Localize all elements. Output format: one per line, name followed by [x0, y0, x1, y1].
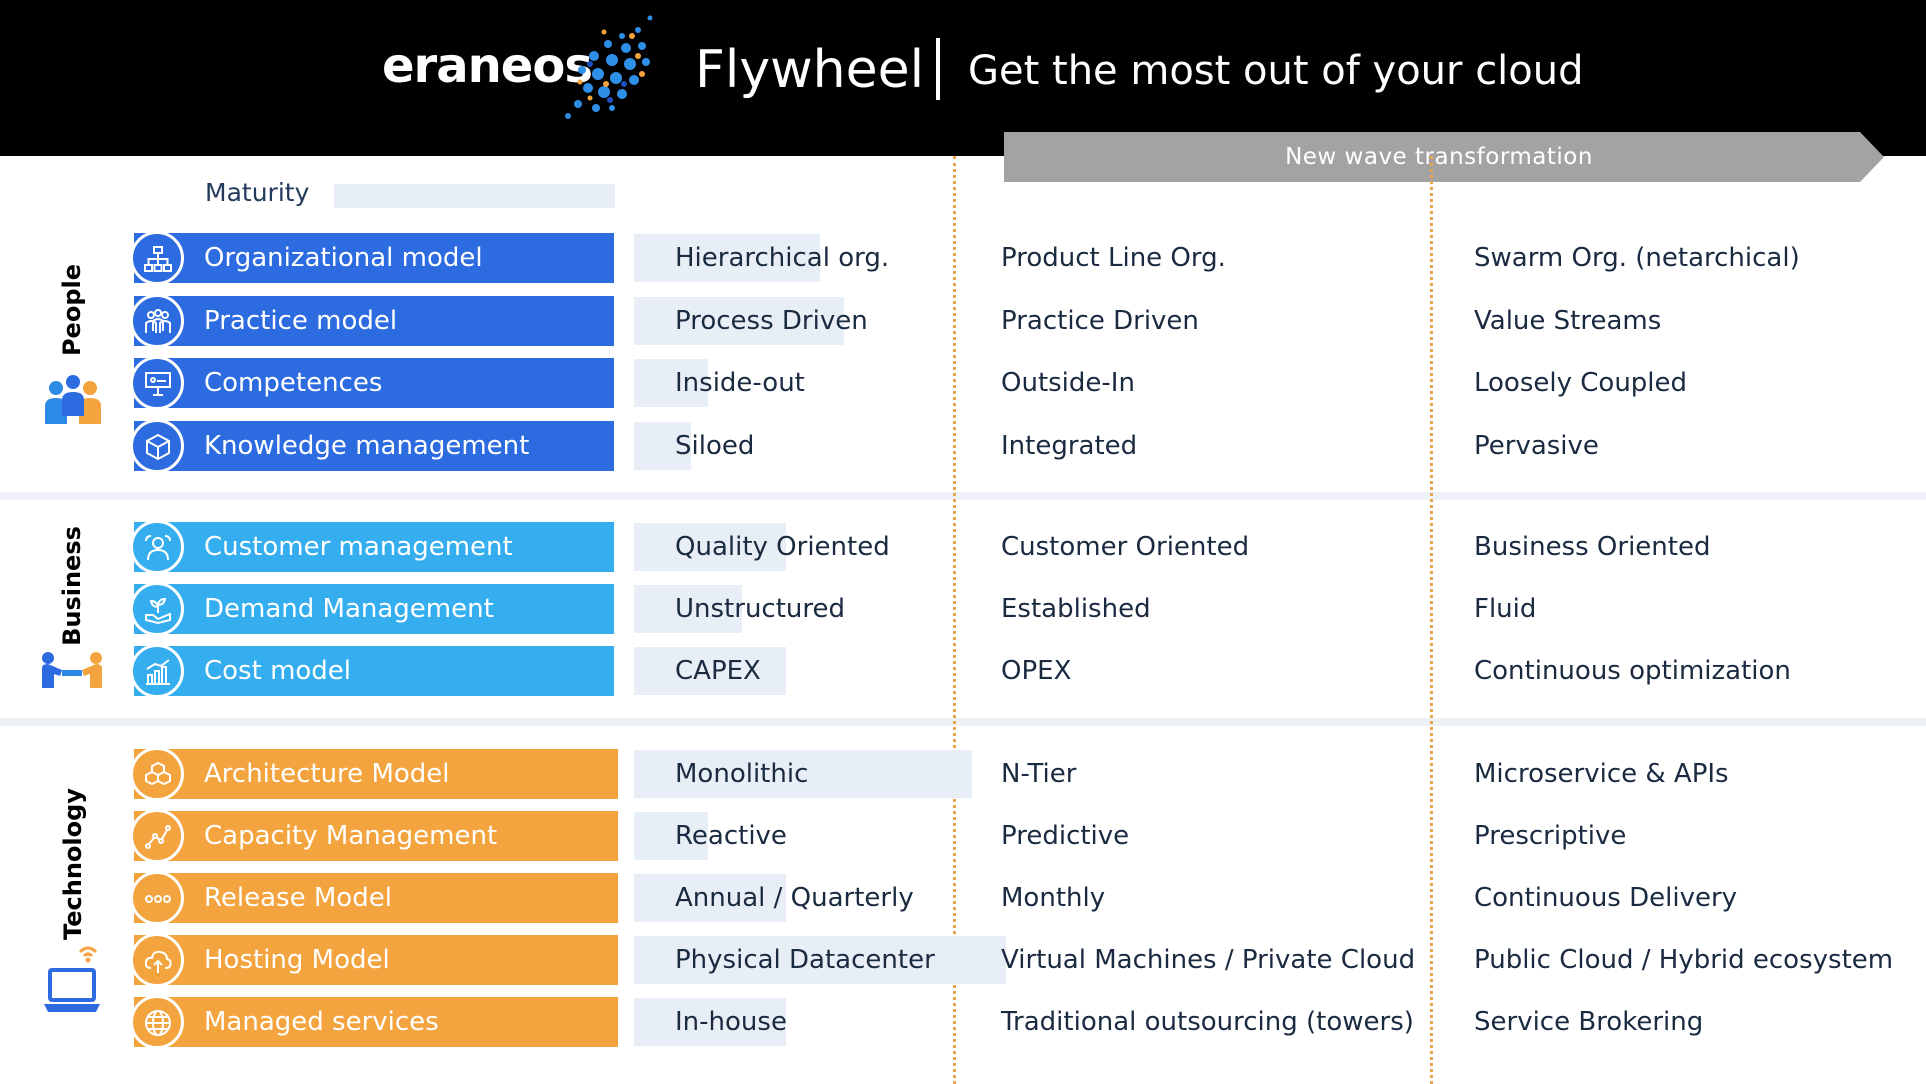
section-divider — [0, 492, 1926, 500]
capability-label-bar: Cost model — [134, 646, 614, 696]
capability-label-bar: Release Model — [134, 873, 618, 923]
maturity-level-text-2: Established — [1001, 594, 1151, 624]
trend-line-icon — [130, 809, 184, 863]
capability-label-bar: Hosting Model — [134, 935, 618, 985]
maturity-level-text-1: Hierarchical org. — [675, 243, 890, 273]
capability-label-bar: Capacity Management — [134, 811, 618, 861]
header-separator — [936, 38, 940, 100]
handshake-icon — [42, 652, 102, 688]
brand-logo-icon — [565, 15, 653, 119]
section-divider — [0, 718, 1926, 726]
stage-divider-line — [1430, 156, 1433, 1084]
maturity-level-text-2: Outside-In — [1001, 368, 1135, 398]
maturity-level-text-3: Loosely Coupled — [1474, 368, 1688, 398]
maturity-level-text-2: Predictive — [1001, 821, 1130, 851]
dots-icon — [130, 871, 184, 925]
maturity-level-text-3: Business Oriented — [1474, 532, 1711, 562]
presentation-icon — [130, 356, 184, 410]
header-tagline: Get the most out of your cloud — [968, 48, 1584, 94]
maturity-level-text-1: Process Driven — [675, 306, 868, 336]
maturity-level-text-3: Service Brokering — [1474, 1007, 1704, 1037]
maturity-bar — [334, 184, 615, 208]
maturity-label: Maturity — [205, 178, 310, 207]
capability-label-bar: Knowledge management — [134, 421, 614, 471]
group-label-business: Business — [58, 526, 86, 646]
bar-chart-icon — [130, 644, 184, 698]
maturity-level-text-1: Inside-out — [675, 368, 805, 398]
product-name: Flywheel — [695, 40, 925, 100]
maturity-level-text-1: Reactive — [675, 821, 787, 851]
capability-label-bar: Architecture Model (integration) — [134, 749, 618, 839]
maturity-level-text-2: Customer Oriented — [1001, 532, 1250, 562]
capability-label-bar: Customer management — [134, 522, 614, 572]
capability-label-bar: Organizational model — [134, 233, 614, 283]
group-label-technology: Technology — [59, 788, 87, 940]
maturity-level-text-1: Siloed — [675, 431, 755, 461]
people-group-icon — [45, 375, 101, 424]
maturity-level-text-3: Fluid — [1474, 594, 1537, 624]
org-chart-icon — [130, 231, 184, 285]
maturity-level-text-3: Public Cloud / Hybrid ecosystem — [1474, 945, 1894, 975]
maturity-level-text-3: Swarm Org. (netarchical) — [1474, 243, 1800, 273]
maturity-level-text-1: In-house — [675, 1007, 787, 1037]
maturity-level-text-1: Unstructured — [675, 594, 846, 624]
team-icon — [130, 294, 184, 348]
maturity-level-text-2: OPEX — [1001, 656, 1072, 686]
maturity-level-text-3: Pervasive — [1474, 431, 1599, 461]
capability-label-bar: Practice model — [134, 296, 614, 346]
cubes-icon — [130, 747, 184, 801]
capability-label-bar: Managed services — [134, 997, 618, 1047]
maturity-level-text-2: Monthly — [1001, 883, 1106, 913]
maturity-level-text-1: CAPEX — [675, 656, 761, 686]
customer-icon — [130, 520, 184, 574]
maturity-level-text-1: Monolithic — [675, 759, 809, 789]
maturity-level-text-1: Annual / Quarterly — [675, 883, 914, 913]
maturity-level-text-3: Value Streams — [1474, 306, 1662, 336]
maturity-level-text-3: Prescriptive — [1474, 821, 1627, 851]
group-label-people: People — [58, 263, 86, 357]
maturity-level-text-3: Continuous optimization — [1474, 656, 1791, 686]
maturity-level-text-2: Traditional outsourcing (towers) — [1001, 1007, 1414, 1037]
laptop-wifi-icon — [44, 946, 100, 1012]
cube-network-icon — [130, 419, 184, 473]
maturity-level-text-2: N-Tier — [1001, 759, 1077, 789]
maturity-level-text-3: Continuous Delivery — [1474, 883, 1738, 913]
globe-icon — [130, 995, 184, 1049]
maturity-level-text-1: Physical Datacenter — [675, 945, 935, 975]
capability-label-bar: Competences — [134, 358, 614, 408]
maturity-level-text-2: Integrated — [1001, 431, 1138, 461]
maturity-level-text-2: Product Line Org. — [1001, 243, 1226, 273]
capability-label-bar: Demand Management — [134, 584, 614, 634]
maturity-level-text-1: Quality Oriented — [675, 532, 890, 562]
wave-banner-label: New wave transformation — [1285, 144, 1593, 170]
maturity-level-text-2: Practice Driven — [1001, 306, 1199, 336]
cloud-upload-icon — [130, 933, 184, 987]
maturity-level-text-3: Microservice & APIs — [1474, 759, 1729, 789]
plant-hand-icon — [130, 582, 184, 636]
maturity-level-text-2: Virtual Machines / Private Cloud — [1001, 945, 1416, 975]
